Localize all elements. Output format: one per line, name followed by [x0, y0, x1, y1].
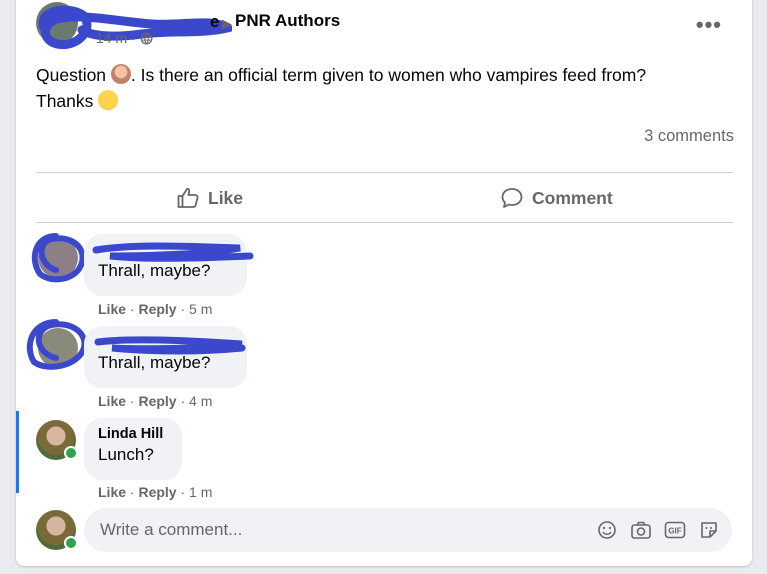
comment-composer: GIF	[84, 508, 732, 552]
comment-time[interactable]: 4 m	[189, 393, 212, 409]
comment-like-button[interactable]: Like	[98, 301, 126, 317]
author-name-tail[interactable]: e	[210, 12, 219, 32]
sticker-icon[interactable]	[698, 519, 720, 541]
like-label: Like	[208, 187, 244, 208]
comment-text: Lunch?	[98, 445, 154, 464]
woman-raising-hand-emoji-icon	[110, 64, 131, 84]
group-name-link[interactable]: PNR Authors	[235, 11, 340, 31]
post-time[interactable]: 14 m	[96, 30, 127, 46]
smiling-face-emoji-icon	[98, 90, 119, 110]
post-meta: 14 m ·	[96, 30, 153, 46]
comment-like-button[interactable]: Like	[98, 484, 126, 500]
comment-reply-button[interactable]: Reply	[138, 484, 176, 500]
post-body: Question . Is there an official term giv…	[36, 62, 726, 114]
comment-meta: Like · Reply · 1 m	[98, 484, 213, 500]
post-text-part2: . Is there an official term given to wom…	[130, 65, 647, 85]
redaction-scribble	[26, 319, 88, 370]
online-status-indicator	[64, 536, 78, 550]
redaction-scribble	[94, 336, 246, 355]
gif-icon[interactable]: GIF	[664, 519, 686, 541]
commenter-name[interactable]: Linda Hill	[98, 426, 168, 444]
divider-bottom	[36, 222, 733, 223]
comment-time[interactable]: 1 m	[189, 484, 212, 500]
redaction-scribble	[31, 233, 86, 283]
arrow-right-icon: ▶	[222, 16, 232, 31]
meta-separator: ·	[131, 30, 136, 46]
more-options-icon[interactable]: •••	[696, 12, 722, 38]
composer-tools: GIF	[596, 519, 720, 541]
comment-bubble: Linda Hill Lunch?	[84, 418, 182, 480]
comment-meta: Like · Reply · 5 m	[98, 301, 213, 317]
comment-like-button[interactable]: Like	[98, 393, 126, 409]
emoji-icon[interactable]	[596, 519, 618, 541]
divider-top	[36, 172, 733, 173]
new-comment-indicator	[16, 411, 19, 493]
post-text-part1: Question	[36, 65, 111, 85]
post-card: e ▶ PNR Authors 14 m · ••• Question . Is…	[16, 0, 752, 566]
comment-reply-button[interactable]: Reply	[138, 301, 176, 317]
like-button[interactable]: Like	[176, 178, 243, 218]
comment-reply-button[interactable]: Reply	[138, 393, 176, 409]
post-text-line2: Thanks	[36, 91, 99, 111]
camera-icon[interactable]	[630, 519, 652, 541]
online-status-indicator	[64, 446, 78, 460]
comment-label: Comment	[532, 187, 613, 208]
globe-icon	[140, 32, 153, 44]
comment-button[interactable]: Comment	[500, 178, 613, 218]
comment-input[interactable]	[84, 508, 596, 552]
comment-meta: Like · Reply · 4 m	[98, 393, 213, 409]
like-icon	[177, 187, 199, 208]
comment-count-link[interactable]: 3 comments	[644, 127, 734, 146]
comment-time[interactable]: 5 m	[189, 301, 212, 317]
svg-text:GIF: GIF	[668, 527, 681, 536]
redaction-scribble	[92, 242, 254, 262]
comment-icon	[501, 188, 523, 208]
